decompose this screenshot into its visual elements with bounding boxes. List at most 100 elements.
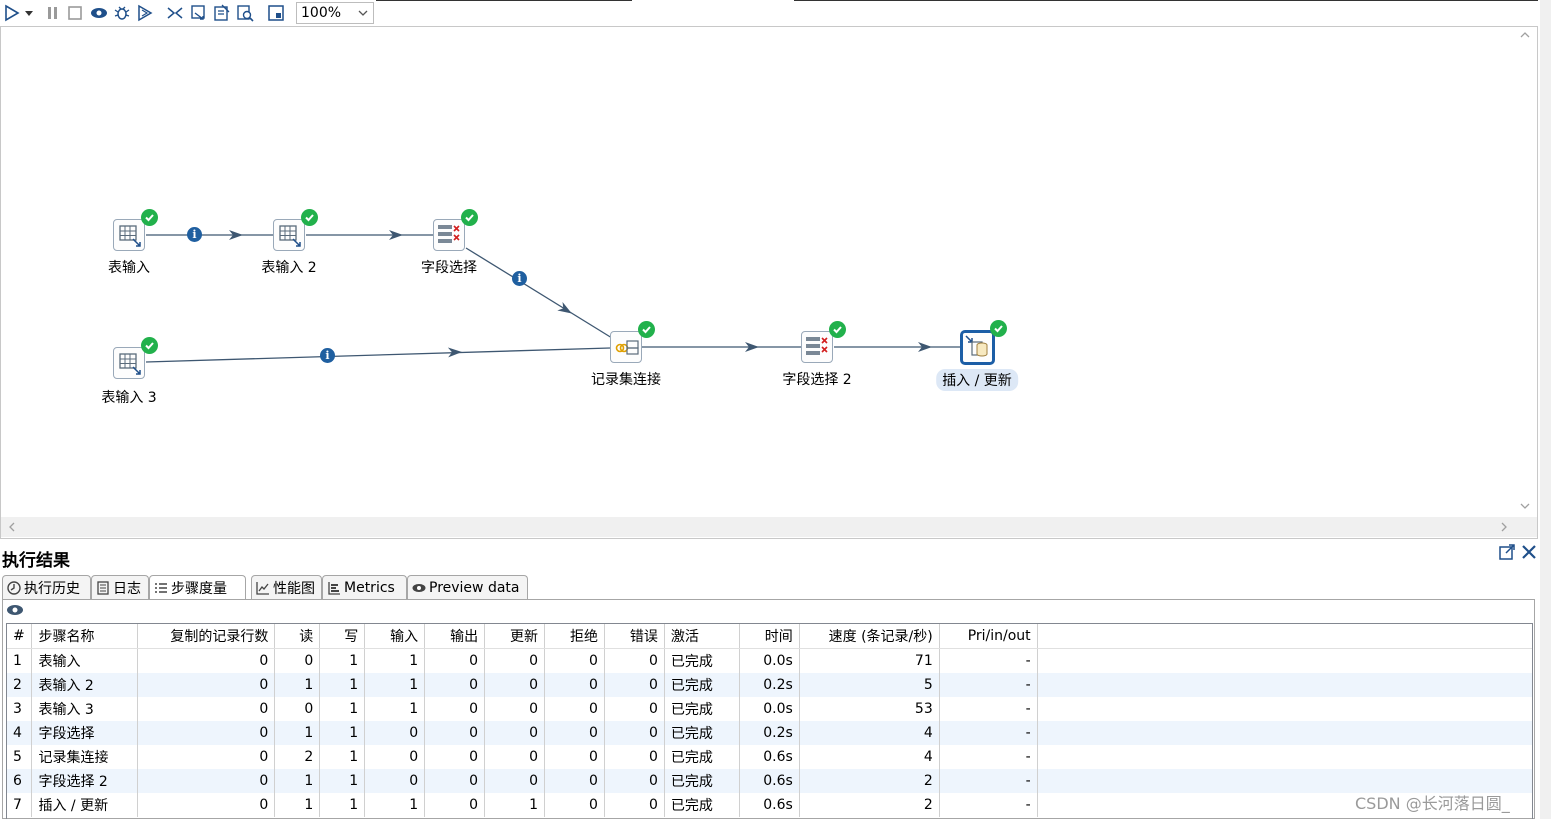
scroll-left-icon[interactable] xyxy=(7,521,17,536)
cell-written: 1 xyxy=(319,697,366,721)
col-header-active[interactable]: 激活 xyxy=(664,624,740,649)
tab-preview-data[interactable]: Preview data xyxy=(407,575,528,599)
tab-execution-history[interactable]: 执行历史 xyxy=(2,575,91,599)
col-header-errors[interactable]: 错误 xyxy=(604,624,665,649)
cell-input: 0 xyxy=(364,745,426,769)
cell-active: 已完成 xyxy=(664,745,740,769)
cell-updated: 0 xyxy=(484,673,546,697)
cell-index: 6 xyxy=(7,769,33,793)
cell-output: 0 xyxy=(424,721,486,745)
tab-metrics[interactable]: Metrics xyxy=(322,575,407,599)
cell-speed: 5 xyxy=(799,673,940,697)
table-input-icon xyxy=(113,347,145,379)
cell-index: 5 xyxy=(7,745,33,769)
cell-active: 已完成 xyxy=(664,673,740,697)
col-header-index[interactable]: # xyxy=(7,624,33,649)
tab-label: 步骤度量 xyxy=(171,581,227,597)
cell-speed: 4 xyxy=(799,721,940,745)
success-check-icon xyxy=(301,209,318,226)
col-header-read[interactable]: 读 xyxy=(274,624,321,649)
cell-step-name: 字段选择 xyxy=(31,721,139,745)
vertical-scrollbar[interactable] xyxy=(1515,27,1535,517)
cell-updated: 1 xyxy=(484,793,546,817)
table-row[interactable]: 2 表输入 2 0 1 1 1 0 0 0 0 已完成 0.2s 5- xyxy=(7,673,1532,697)
cell-input: 0 xyxy=(364,721,426,745)
close-icon[interactable] xyxy=(1520,543,1538,565)
table-row[interactable]: 4 字段选择 0 1 1 0 0 0 0 0 已完成 0.2s 4- xyxy=(7,721,1532,745)
step-label: 字段选择 xyxy=(421,260,477,276)
hop-3-5[interactable] xyxy=(465,247,613,339)
cell-filler xyxy=(1037,673,1532,697)
hop-info-icon[interactable]: i xyxy=(320,348,335,363)
col-header-input[interactable]: 输入 xyxy=(364,624,426,649)
cell-step-name: 表输入 3 xyxy=(31,697,139,721)
cell-written: 1 xyxy=(319,721,366,745)
success-check-icon xyxy=(638,321,655,338)
tab-performance-chart[interactable]: 性能图 xyxy=(251,575,322,599)
cell-speed: 2 xyxy=(799,793,940,817)
col-header-copy[interactable]: 复制的记录行数 xyxy=(137,624,276,649)
col-header-written[interactable]: 写 xyxy=(319,624,366,649)
preview-icon[interactable] xyxy=(6,602,24,622)
cell-step-name: 记录集连接 xyxy=(31,745,139,769)
cell-rejected: 0 xyxy=(544,721,605,745)
cell-pri-in-out: - xyxy=(939,673,1038,697)
cell-input: 1 xyxy=(364,648,426,673)
cell-time: 0.6s xyxy=(739,769,800,793)
hop-info-icon[interactable]: i xyxy=(187,227,202,242)
cell-written: 1 xyxy=(319,648,366,673)
table-row[interactable]: 6 字段选择 2 0 1 1 0 0 0 0 0 已完成 0.6s 2- xyxy=(7,769,1532,793)
cell-index: 7 xyxy=(7,793,33,817)
cell-read: 1 xyxy=(274,673,321,697)
select-values-icon xyxy=(801,331,833,363)
col-header-updated[interactable]: 更新 xyxy=(484,624,546,649)
cell-updated: 0 xyxy=(484,769,546,793)
col-header-speed[interactable]: 速度 (条记录/秒) xyxy=(799,624,940,649)
table-row[interactable]: 5 记录集连接 0 2 1 0 0 0 0 0 已完成 0.6s 4- xyxy=(7,745,1532,769)
tab-label: Metrics xyxy=(344,579,395,596)
cell-active: 已完成 xyxy=(664,697,740,721)
cell-index: 1 xyxy=(7,648,33,673)
cell-active: 已完成 xyxy=(664,648,740,673)
step-label: 记录集连接 xyxy=(591,372,661,388)
hop-info-icon[interactable]: i xyxy=(512,271,527,286)
scroll-down-icon[interactable] xyxy=(1520,500,1530,515)
step-metrics-icon xyxy=(154,581,168,595)
insert-update-icon xyxy=(960,330,995,365)
cell-errors: 0 xyxy=(604,648,665,673)
cell-rejected: 0 xyxy=(544,745,605,769)
tab-log[interactable]: 日志 xyxy=(91,575,149,599)
metrics-icon xyxy=(327,581,341,595)
table-row[interactable]: 3 表输入 3 0 0 1 1 0 0 0 0 已完成 0.0s 53- xyxy=(7,697,1532,721)
hop-4-5[interactable] xyxy=(145,347,611,363)
cell-input: 1 xyxy=(364,697,426,721)
col-header-time[interactable]: 时间 xyxy=(739,624,800,649)
cell-time: 0.2s xyxy=(739,721,800,745)
col-header-pri-in-out[interactable]: Pri/in/out xyxy=(939,624,1038,649)
col-header-output[interactable]: 输出 xyxy=(424,624,486,649)
cell-read: 1 xyxy=(274,769,321,793)
cell-pri-in-out: - xyxy=(939,648,1038,673)
col-header-step-name[interactable]: 步骤名称 xyxy=(31,624,139,649)
table-row[interactable]: 7 插入 / 更新 0 1 1 1 0 1 0 0 已完成 0.6s 2- xyxy=(7,793,1532,817)
col-header-rejected[interactable]: 拒绝 xyxy=(544,624,605,649)
cell-updated: 0 xyxy=(484,745,546,769)
cell-errors: 0 xyxy=(604,697,665,721)
cell-filler xyxy=(1037,649,1532,674)
maximize-icon[interactable] xyxy=(1498,543,1516,565)
cell-active: 已完成 xyxy=(664,721,740,745)
scroll-right-icon[interactable] xyxy=(1499,521,1509,536)
scroll-up-icon[interactable] xyxy=(1520,29,1530,44)
cell-rejected: 0 xyxy=(544,648,605,673)
horizontal-scrollbar[interactable] xyxy=(1,517,1537,537)
tab-label: 执行历史 xyxy=(24,580,80,597)
cell-pri-in-out: - xyxy=(939,793,1038,817)
cell-index: 2 xyxy=(7,673,33,697)
cell-rejected: 0 xyxy=(544,673,605,697)
cell-read: 0 xyxy=(274,697,321,721)
tab-step-metrics[interactable]: 步骤度量 xyxy=(149,575,246,600)
cell-time: 0.0s xyxy=(739,697,800,721)
step-metrics-table: # 步骤名称 复制的记录行数 读 写 输入 输出 更新 拒绝 错误 激活 时间 … xyxy=(6,623,1533,819)
cell-time: 0.2s xyxy=(739,673,800,697)
table-row[interactable]: 1 表输入 0 0 1 1 0 0 0 0 已完成 0.0s 71- xyxy=(7,648,1532,674)
